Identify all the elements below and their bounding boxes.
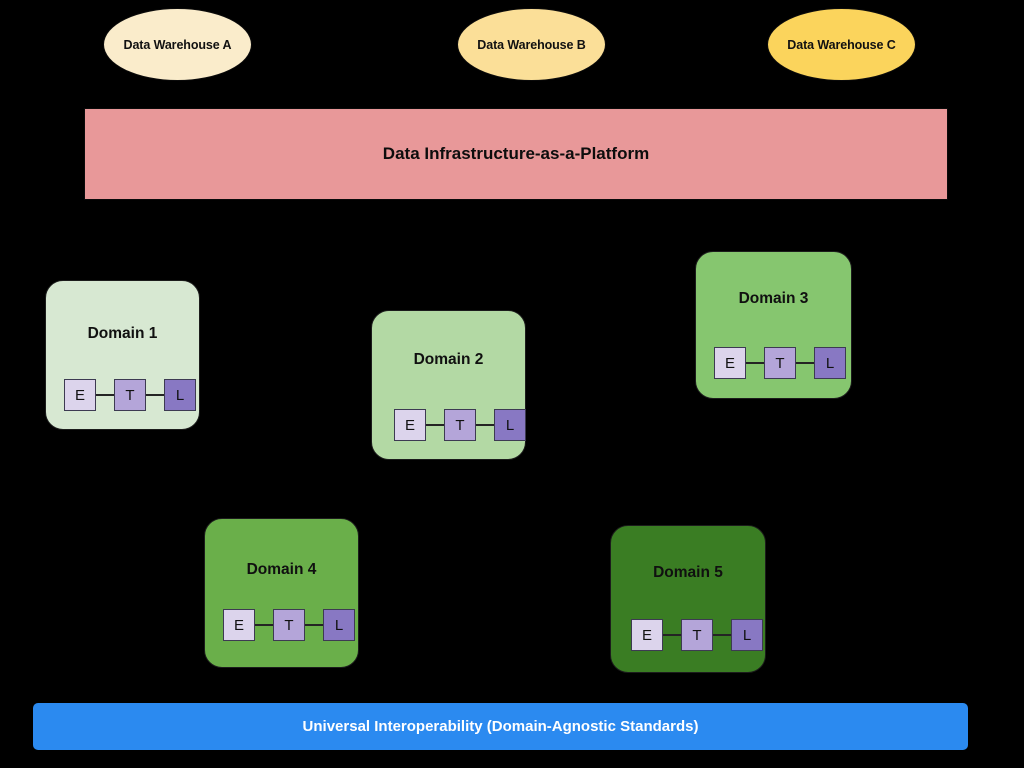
etl-link-e-t bbox=[96, 394, 114, 396]
etl-node-extract[interactable]: E bbox=[714, 347, 746, 379]
universal-interoperability-label: Universal Interoperability (Domain-Agnos… bbox=[302, 718, 699, 735]
etl-node-load[interactable]: L bbox=[323, 609, 355, 641]
etl-node-extract[interactable]: E bbox=[394, 409, 426, 441]
etl-link-e-t bbox=[663, 634, 681, 636]
domain-card-5[interactable]: Domain 5 E T L bbox=[610, 525, 766, 673]
etl-chain-domain-1: E T L bbox=[64, 379, 196, 411]
etl-node-load[interactable]: L bbox=[164, 379, 196, 411]
etl-node-load[interactable]: L bbox=[494, 409, 526, 441]
etl-node-extract[interactable]: E bbox=[631, 619, 663, 651]
domain-4-label: Domain 4 bbox=[246, 561, 317, 578]
etl-chain-domain-4: E T L bbox=[223, 609, 355, 641]
data-warehouse-c-label: Data Warehouse C bbox=[787, 37, 896, 52]
data-warehouse-b-label: Data Warehouse B bbox=[477, 37, 586, 52]
universal-interoperability-bar[interactable]: Universal Interoperability (Domain-Agnos… bbox=[33, 703, 968, 750]
etl-link-e-t bbox=[255, 624, 273, 626]
etl-chain-domain-3: E T L bbox=[714, 347, 846, 379]
etl-link-e-t bbox=[426, 424, 444, 426]
domain-5-label: Domain 5 bbox=[653, 564, 723, 581]
domain-card-2[interactable]: Domain 2 E T L bbox=[371, 310, 526, 460]
etl-link-t-l bbox=[713, 634, 731, 636]
etl-node-load[interactable]: L bbox=[814, 347, 846, 379]
etl-link-t-l bbox=[146, 394, 164, 396]
domain-2-label: Domain 2 bbox=[413, 351, 484, 368]
etl-node-transform[interactable]: T bbox=[114, 379, 146, 411]
diagram-canvas: Data Warehouse A Data Warehouse B Data W… bbox=[0, 0, 1024, 768]
data-warehouse-b[interactable]: Data Warehouse B bbox=[457, 8, 606, 81]
data-warehouse-a-label: Data Warehouse A bbox=[123, 37, 232, 52]
domain-1-label: Domain 1 bbox=[87, 325, 158, 342]
etl-node-transform[interactable]: T bbox=[273, 609, 305, 641]
etl-link-t-l bbox=[476, 424, 494, 426]
domain-card-1[interactable]: Domain 1 E T L bbox=[45, 280, 200, 430]
domain-card-3[interactable]: Domain 3 E T L bbox=[695, 251, 852, 399]
etl-node-extract[interactable]: E bbox=[64, 379, 96, 411]
etl-node-transform[interactable]: T bbox=[444, 409, 476, 441]
domain-card-4[interactable]: Domain 4 E T L bbox=[204, 518, 359, 668]
etl-node-load[interactable]: L bbox=[731, 619, 763, 651]
data-infrastructure-platform-label: Data Infrastructure-as-a-Platform bbox=[382, 144, 650, 163]
data-warehouse-a[interactable]: Data Warehouse A bbox=[103, 8, 252, 81]
data-infrastructure-platform-bar[interactable]: Data Infrastructure-as-a-Platform bbox=[84, 108, 948, 200]
domain-3-label: Domain 3 bbox=[738, 290, 809, 307]
etl-chain-domain-2: E T L bbox=[394, 409, 526, 441]
etl-chain-domain-5: E T L bbox=[631, 619, 763, 651]
etl-node-extract[interactable]: E bbox=[223, 609, 255, 641]
etl-node-transform[interactable]: T bbox=[681, 619, 713, 651]
etl-link-e-t bbox=[746, 362, 764, 364]
etl-link-t-l bbox=[305, 624, 323, 626]
data-warehouse-c[interactable]: Data Warehouse C bbox=[767, 8, 916, 81]
etl-node-transform[interactable]: T bbox=[764, 347, 796, 379]
etl-link-t-l bbox=[796, 362, 814, 364]
